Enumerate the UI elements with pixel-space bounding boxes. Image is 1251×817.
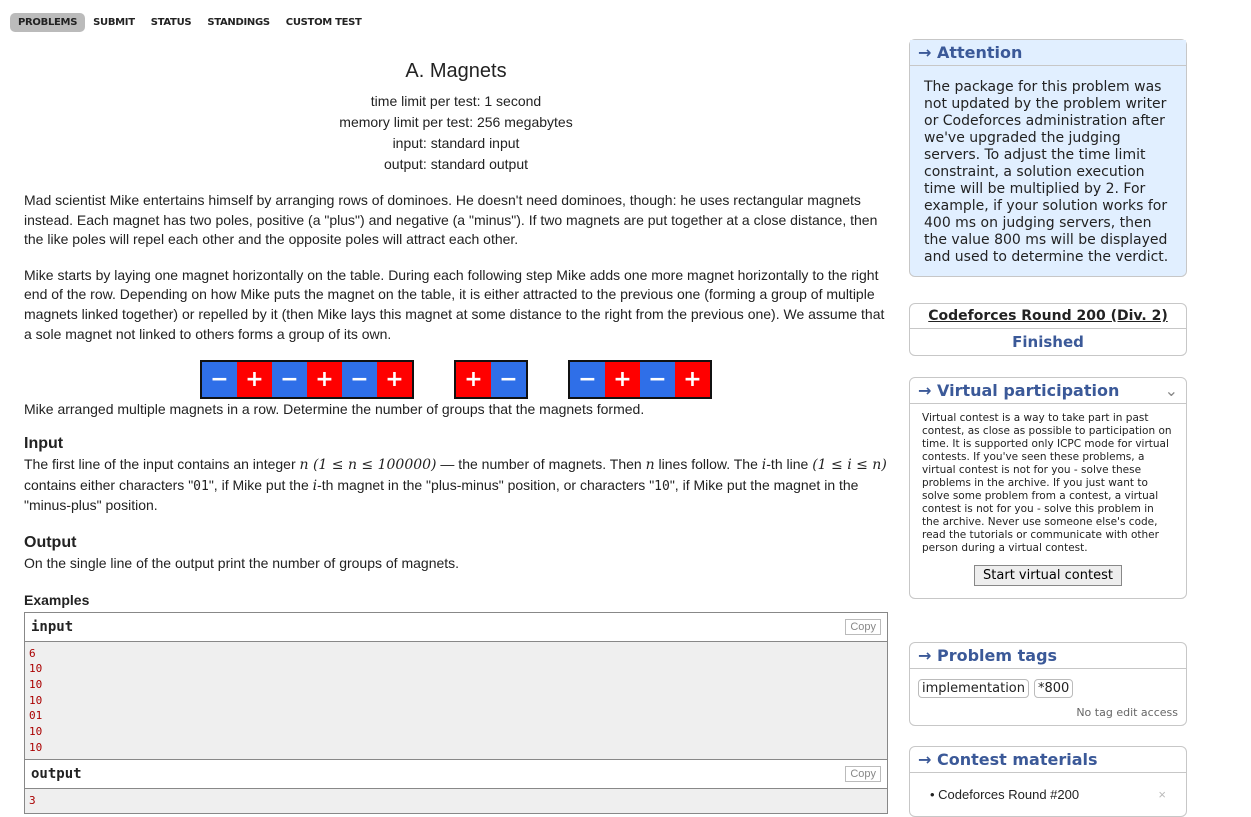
magnet-minus-pole: − xyxy=(342,362,377,398)
input-code-1: 01 xyxy=(193,478,209,494)
magnet-plus-pole: + xyxy=(377,362,412,398)
example-line: 6 xyxy=(29,646,36,660)
magnet-minus-pole: − xyxy=(570,362,605,398)
input-text-5: contains either characters " xyxy=(24,476,194,493)
magnet-plus-pole: + xyxy=(456,362,491,398)
magnet-plus-pole: + xyxy=(307,362,342,398)
example-output-body: 3 xyxy=(25,789,887,814)
memory-limit: memory limit per test: 256 megabytes xyxy=(339,114,573,130)
magnet-minus-pole: − xyxy=(640,362,675,398)
materials-box: → Contest materials • Codeforces Round #… xyxy=(909,746,1187,817)
virtual-box: → Virtual participation ⌄ Virtual contes… xyxy=(909,377,1187,599)
input-code-2: 10 xyxy=(654,478,670,494)
nav-submit[interactable]: SUBMIT xyxy=(85,13,143,32)
close-icon[interactable]: × xyxy=(1158,787,1166,802)
magnet-plus-pole: + xyxy=(675,362,710,398)
nav-standings[interactable]: STANDINGS xyxy=(199,13,277,32)
input-math-2: n xyxy=(645,457,655,474)
attention-text: The package for this problem was not upd… xyxy=(910,66,1186,276)
input-text-3: lines follow. The xyxy=(654,456,762,473)
tags-title: → Problem tags xyxy=(910,643,1186,669)
examples-title: Examples xyxy=(24,591,90,608)
tag-implementation[interactable]: implementation xyxy=(918,679,1030,698)
magnet-minus-pole: − xyxy=(202,362,237,398)
copy-output-button[interactable]: Copy xyxy=(845,766,881,783)
example-input-label: input xyxy=(31,618,74,635)
magnet-group: − + − + xyxy=(568,360,712,400)
output-section-text: On the single line of the output print t… xyxy=(24,554,460,571)
virtual-body: Virtual contest is a way to take part in… xyxy=(910,404,1186,598)
example-box: input Copy 6 10 10 10 01 10 10 output Copy 3 xyxy=(24,611,888,815)
tags-list: implementation *800 xyxy=(910,669,1186,702)
example-line: 10 xyxy=(29,693,43,707)
copy-input-button[interactable]: Copy xyxy=(845,618,881,635)
virtual-title-text: → Virtual participation xyxy=(918,381,1120,400)
attention-box: → Attention The package for this problem… xyxy=(909,39,1187,277)
input-section-title: Input xyxy=(24,435,64,453)
materials-item: • Codeforces Round #200 × xyxy=(910,773,1186,816)
example-input-body: 6 10 10 10 01 10 10 xyxy=(25,641,887,760)
tags-box: → Problem tags implementation *800 No ta… xyxy=(909,642,1187,726)
magnets-illustration: − + − + − + + − − + − + xyxy=(24,360,888,400)
no-tag-edit: No tag edit access xyxy=(1076,706,1178,719)
magnet-minus-pole: − xyxy=(272,362,307,398)
top-nav: PROBLEMS SUBMIT STATUS STANDINGS CUSTOM … xyxy=(10,13,370,32)
nav-problems[interactable]: PROBLEMS xyxy=(10,13,86,32)
time-limit: time limit per test: 1 second xyxy=(370,93,542,109)
input-text-2: — the number of magnets. Then xyxy=(436,456,646,473)
example-line: 10 xyxy=(29,740,43,754)
start-virtual-contest-button[interactable]: Start virtual contest xyxy=(974,565,1122,586)
example-output-label: output xyxy=(31,766,82,783)
materials-item-label[interactable]: • Codeforces Round #200 xyxy=(930,787,1079,802)
input-math-4: (1 ≤ i ≤ n) xyxy=(812,457,887,474)
problem-statement: A. Magnets time limit per test: 1 second… xyxy=(24,40,888,815)
example-input-header: input Copy xyxy=(25,613,887,642)
input-text-4: -th line xyxy=(766,456,813,473)
magnet-plus-pole: + xyxy=(237,362,272,398)
input-text-1: The first line of the input contains an … xyxy=(24,456,300,473)
input-section-text: The first line of the input contains an … xyxy=(24,455,888,516)
chevron-down-icon[interactable]: ⌄ xyxy=(1165,381,1178,400)
magnet-group: − + − + − + xyxy=(200,360,414,400)
illustration-caption: Mike arranged multiple magnets in a row.… xyxy=(24,401,645,418)
materials-title: → Contest materials xyxy=(910,747,1186,773)
legend-para-2: Mike starts by laying one magnet horizon… xyxy=(24,266,885,342)
example-output-header: output Copy xyxy=(25,759,887,790)
round-status: Finished xyxy=(1012,333,1084,351)
input-text-7: -th magnet in the "plus-minus" position,… xyxy=(317,476,655,493)
example-line: 01 xyxy=(29,709,43,723)
input-text-6: ", if Mike put the xyxy=(208,476,313,493)
problem-title: A. Magnets xyxy=(405,60,507,82)
nav-custom-test[interactable]: CUSTOM TEST xyxy=(278,13,370,32)
magnet-minus-pole: − xyxy=(491,362,526,398)
attention-title: → Attention xyxy=(910,40,1186,66)
magnet-group: + − xyxy=(454,360,528,400)
example-line: 3 xyxy=(29,794,36,808)
tag-rating[interactable]: *800 xyxy=(1034,679,1074,698)
example-line: 10 xyxy=(29,662,43,676)
virtual-title: → Virtual participation ⌄ xyxy=(910,378,1186,404)
example-line: 10 xyxy=(29,677,43,691)
round-box: Codeforces Round 200 (Div. 2) Finished xyxy=(909,303,1187,356)
nav-status[interactable]: STATUS xyxy=(143,13,200,32)
input-math-1: n (1 ≤ n ≤ 100000) xyxy=(299,457,437,474)
output-section-title: Output xyxy=(24,533,77,551)
magnet-plus-pole: + xyxy=(605,362,640,398)
round-link[interactable]: Codeforces Round 200 (Div. 2) xyxy=(910,304,1186,329)
output-spec: output: standard output xyxy=(384,156,528,172)
input-spec: input: standard input xyxy=(392,135,520,151)
virtual-text: Virtual contest is a way to take part in… xyxy=(922,412,1172,554)
example-line: 10 xyxy=(29,725,43,739)
legend-para-1: Mad scientist Mike entertains himself by… xyxy=(24,192,878,248)
